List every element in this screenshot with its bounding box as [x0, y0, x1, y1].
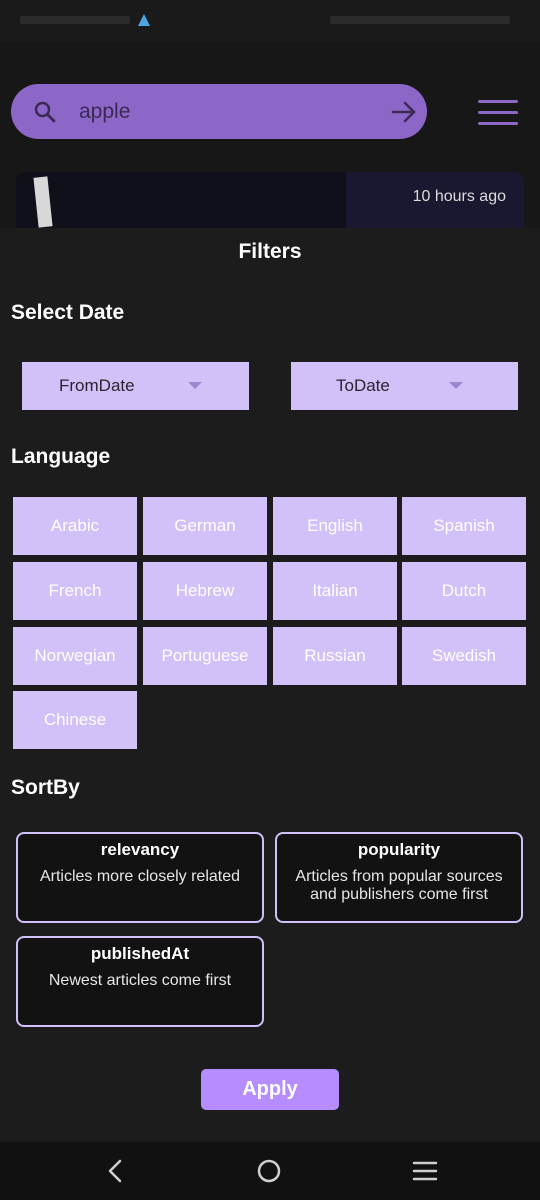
sort-option-description: Articles from popular sources and publis…	[295, 868, 503, 903]
language-chip-hebrew[interactable]: Hebrew	[143, 562, 267, 620]
sort-option-name: relevancy	[100, 840, 180, 859]
status-right-indicators	[330, 16, 510, 24]
menu-line	[478, 122, 518, 125]
language-chip-chinese[interactable]: Chinese	[13, 691, 137, 749]
status-left-indicators	[20, 16, 130, 24]
language-chip-spanish[interactable]: Spanish	[402, 497, 526, 555]
news-card[interactable]: 10 hours ago	[16, 172, 524, 228]
language-chip-english[interactable]: English	[273, 497, 397, 555]
recent-apps-icon[interactable]	[412, 1160, 438, 1182]
sort-option-popularity[interactable]: popularity Articles from popular sources…	[275, 832, 523, 923]
to-date-label: ToDate	[336, 376, 390, 395]
language-chip-german[interactable]: German	[143, 497, 267, 555]
language-chip-swedish[interactable]: Swedish	[402, 627, 526, 685]
arrow-right-icon[interactable]	[391, 100, 417, 124]
sortby-heading: SortBy	[11, 776, 80, 799]
back-icon[interactable]	[103, 1158, 127, 1184]
language-chip-arabic[interactable]: Arabic	[13, 497, 137, 555]
language-heading: Language	[11, 445, 111, 468]
status-icons	[0, 0, 540, 42]
menu-line	[478, 100, 518, 103]
status-bar	[0, 0, 540, 42]
menu-line	[478, 111, 518, 114]
news-card-time: 10 hours ago	[412, 188, 506, 205]
language-chip-norwegian[interactable]: Norwegian	[13, 627, 137, 685]
system-nav-bar	[0, 1142, 540, 1200]
from-date-dropdown[interactable]: FromDate	[22, 362, 249, 410]
sort-option-relevancy[interactable]: relevancy Articles more closely related	[16, 832, 264, 923]
to-date-dropdown[interactable]: ToDate	[291, 362, 518, 410]
apply-button[interactable]: Apply	[201, 1069, 339, 1110]
language-chip-italian[interactable]: Italian	[273, 562, 397, 620]
news-card-image-left	[33, 176, 53, 228]
sort-option-name: popularity	[357, 840, 441, 859]
language-chip-french[interactable]: French	[13, 562, 137, 620]
filters-sheet: Filters Select Date FromDate ToDate Lang…	[0, 228, 540, 1142]
filters-title: Filters	[238, 240, 302, 263]
search-input[interactable]	[77, 94, 371, 130]
chevron-down-icon	[188, 382, 202, 389]
home-icon[interactable]	[257, 1159, 281, 1183]
warning-icon	[138, 14, 150, 26]
search-icon	[34, 101, 56, 123]
chevron-down-icon	[449, 382, 463, 389]
menu-icon[interactable]	[478, 100, 518, 126]
sort-option-description: Articles more closely related	[39, 868, 241, 885]
language-chip-russian[interactable]: Russian	[273, 627, 397, 685]
sort-option-name: publishedAt	[90, 944, 190, 963]
search-bar[interactable]	[11, 84, 427, 139]
select-date-heading: Select Date	[11, 301, 125, 324]
language-chip-dutch[interactable]: Dutch	[402, 562, 526, 620]
sort-option-description: Newest articles come first	[48, 972, 232, 989]
sort-option-publishedat[interactable]: publishedAt Newest articles come first	[16, 936, 264, 1027]
from-date-label: FromDate	[59, 376, 135, 395]
language-chip-portuguese[interactable]: Portuguese	[143, 627, 267, 685]
